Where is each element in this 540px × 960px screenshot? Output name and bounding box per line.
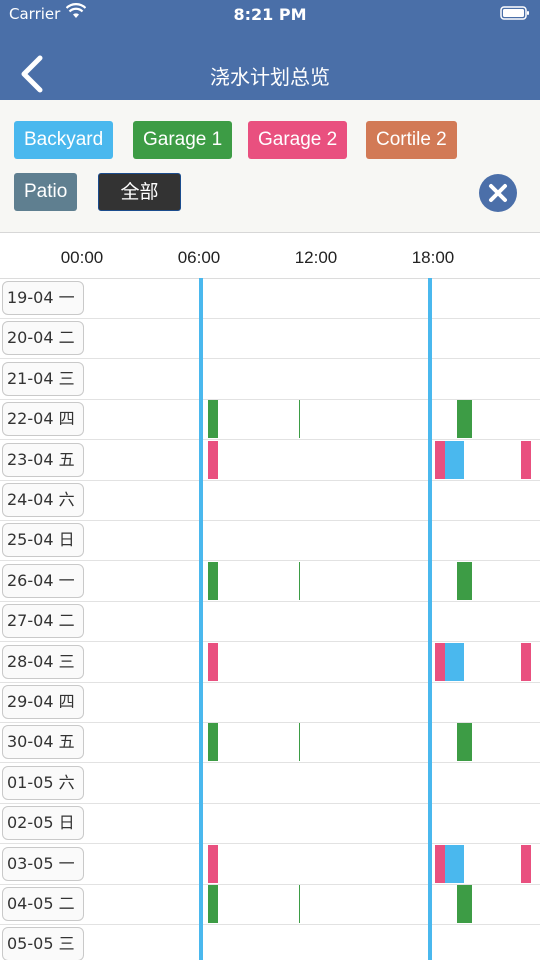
page-title: 浇水计划总览 [210,65,330,89]
day-label-button[interactable]: 28-04 三 [2,644,84,679]
watering-event-bar[interactable] [444,642,465,681]
schedule-marker-line [199,278,204,960]
watering-event-bar[interactable] [520,844,531,883]
schedule-row: 04-05 二 [0,884,540,925]
watering-event-bar[interactable] [207,885,218,923]
clear-filter-button[interactable] [479,174,517,212]
filter-chip-patio[interactable]: Patio [14,173,78,211]
day-label-button[interactable]: 22-04 四 [2,402,84,437]
schedule-row: 03-05 一 [0,844,540,885]
hour-label: 12:00 [294,248,338,267]
schedule-row: 05-05 三 [0,924,540,960]
close-icon [489,184,507,202]
day-label-button[interactable]: 04-05 二 [2,887,84,921]
watering-event-bar[interactable] [456,561,473,600]
day-label-button[interactable]: 02-05 日 [2,806,84,841]
hour-axis: 00:00 06:00 12:00 18:00 [0,233,540,279]
watering-event-bar[interactable] [207,844,218,883]
watering-event-bar[interactable] [435,844,445,883]
watering-event-bar[interactable] [207,400,218,439]
hour-label: 18:00 [411,248,455,267]
filter-chip-garage-2[interactable]: Garage 2 [248,121,348,159]
watering-event-bar[interactable] [444,440,465,479]
schedule-row: 26-04 一 [0,561,540,602]
watering-event-bar[interactable] [456,723,473,762]
schedule-row: 01-05 六 [0,763,540,804]
watering-event-bar[interactable] [298,561,301,600]
schedule-row: 27-04 二 [0,601,540,643]
schedule-row: 24-04 六 [0,480,540,521]
day-label-button[interactable]: 03-05 一 [2,846,84,881]
filter-chip-garage-1[interactable]: Garage 1 [133,121,233,159]
watering-event-bar[interactable] [435,440,445,479]
schedule-marker-line [428,278,433,960]
schedule-row: 29-04 四 [0,682,540,723]
watering-event-bar[interactable] [435,642,445,681]
day-label-button[interactable]: 23-04 五 [2,442,84,477]
watering-event-bar[interactable] [520,440,531,479]
schedule-row: 30-04 五 [0,722,540,764]
schedule-row: 23-04 五 [0,440,540,481]
hour-label: 06:00 [177,248,221,267]
day-label-button[interactable]: 19-04 一 [2,281,84,315]
watering-event-bar[interactable] [456,885,473,923]
day-label-button[interactable]: 20-04 二 [2,321,84,356]
filter-chip-backyard[interactable]: Backyard [14,121,114,159]
watering-event-bar[interactable] [207,642,218,681]
watering-event-bar[interactable] [298,885,301,923]
navigation-header: Carrier 8:21 PM 浇水计划总览 [0,0,540,100]
watering-schedule-grid[interactable]: 19-04 一 20-04 二 21-04 三 22-04 四 23-04 五 24-04… [0,278,540,960]
schedule-row: 02-05 日 [0,803,540,845]
watering-event-bar[interactable] [298,400,301,439]
schedule-row: 21-04 三 [0,359,540,400]
watering-event-bar[interactable] [520,642,531,681]
schedule-row: 19-04 一 [0,278,540,319]
watering-event-bar[interactable] [207,561,218,600]
zone-filter-panel: Backyard Garage 1 Garage 2 Cortile 2 Pat… [0,100,540,233]
watering-event-bar[interactable] [207,723,218,762]
filter-chip-all[interactable]: 全部 [98,173,181,211]
filter-chip-cortile-2[interactable]: Cortile 2 [366,121,457,159]
battery-icon [500,5,530,25]
status-time: 8:21 PM [233,5,307,24]
day-label-button[interactable]: 01-05 六 [2,765,84,800]
day-label-button[interactable]: 21-04 三 [2,361,84,396]
day-label-button[interactable]: 05-05 三 [2,927,84,960]
watering-event-bar[interactable] [444,844,465,883]
schedule-row: 20-04 二 [0,318,540,360]
watering-event-bar[interactable] [298,723,301,762]
day-label-button[interactable]: 26-04 一 [2,563,84,598]
day-label-button[interactable]: 25-04 日 [2,523,84,558]
day-label-button[interactable]: 24-04 六 [2,483,84,517]
schedule-row: 25-04 日 [0,520,540,562]
schedule-row: 28-04 三 [0,642,540,683]
schedule-row: 22-04 四 [0,399,540,441]
day-label-button[interactable]: 29-04 四 [2,685,84,719]
day-label-button[interactable]: 30-04 五 [2,725,84,760]
watering-event-bar[interactable] [207,440,218,479]
day-label-button[interactable]: 27-04 二 [2,604,84,639]
watering-event-bar[interactable] [456,400,473,439]
hour-label: 00:00 [60,248,104,267]
